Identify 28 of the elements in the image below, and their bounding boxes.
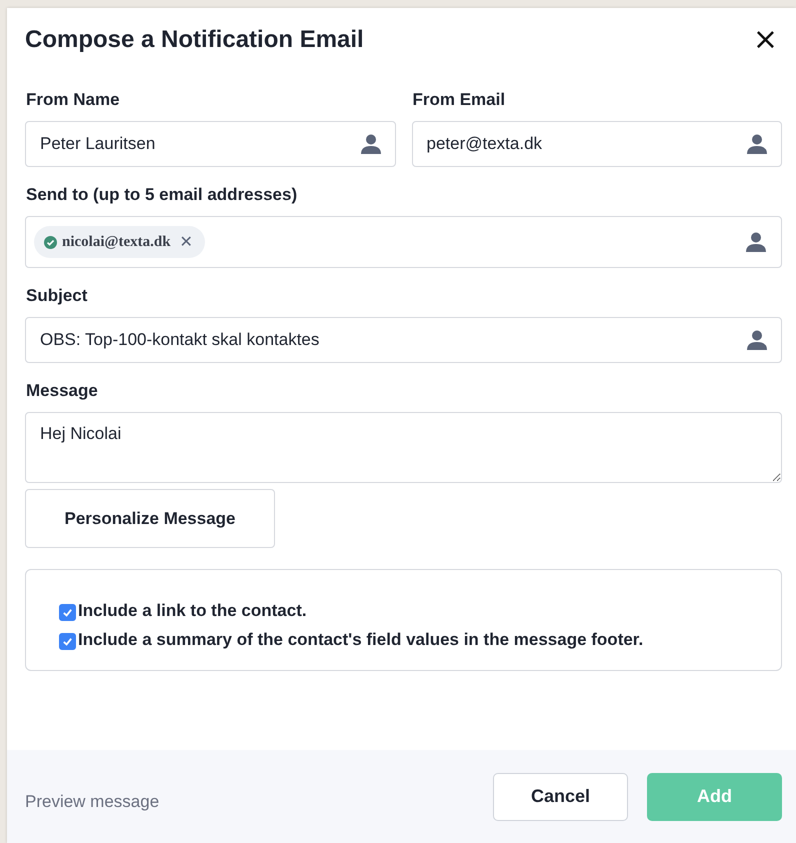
field-label: From Name: [26, 90, 121, 110]
preview-link[interactable]: Preview message: [25, 792, 474, 812]
name-field[interactable]: Peter Lauritsen: [25, 121, 396, 167]
option-label: Include a link to the contact.: [78, 600, 307, 620]
remove-button[interactable]: ✕: [176, 232, 193, 252]
check-circle-icon: [44, 236, 57, 248]
tag-text: nicolai@texta.dk: [62, 234, 171, 250]
checkbox[interactable]: [59, 633, 76, 650]
option-label: Include a summary of the contact's field values in the message footer.: [78, 630, 644, 650]
cancel-button[interactable]: Cancel: [493, 772, 628, 820]
person-icon[interactable]: [746, 133, 768, 155]
field-label: Send to (up to 5 email addresses): [26, 185, 298, 205]
check-icon: [62, 636, 73, 647]
dialog-title: Compose a Notification Email: [25, 26, 364, 54]
recipients-field[interactable]: nicolai@texta.dk ✕: [25, 216, 782, 268]
person-icon[interactable]: [745, 231, 767, 253]
person-icon[interactable]: [360, 133, 382, 155]
message-field[interactable]: Hej Nicolai: [25, 412, 782, 483]
subject-field[interactable]: OBS: Top-100-kontakt skal kontaktes: [25, 317, 782, 363]
field-label: Message: [26, 381, 99, 401]
field-label: From Email: [412, 90, 506, 110]
person-icon[interactable]: [746, 329, 768, 351]
check-icon: [62, 607, 73, 618]
personalize-button[interactable]: Personalize Message: [25, 489, 275, 548]
field-label: Subject: [26, 286, 88, 306]
checkbox[interactable]: [59, 604, 76, 621]
close-button[interactable]: ×: [748, 25, 782, 55]
email-field[interactable]: peter@texta.dk: [412, 121, 782, 167]
